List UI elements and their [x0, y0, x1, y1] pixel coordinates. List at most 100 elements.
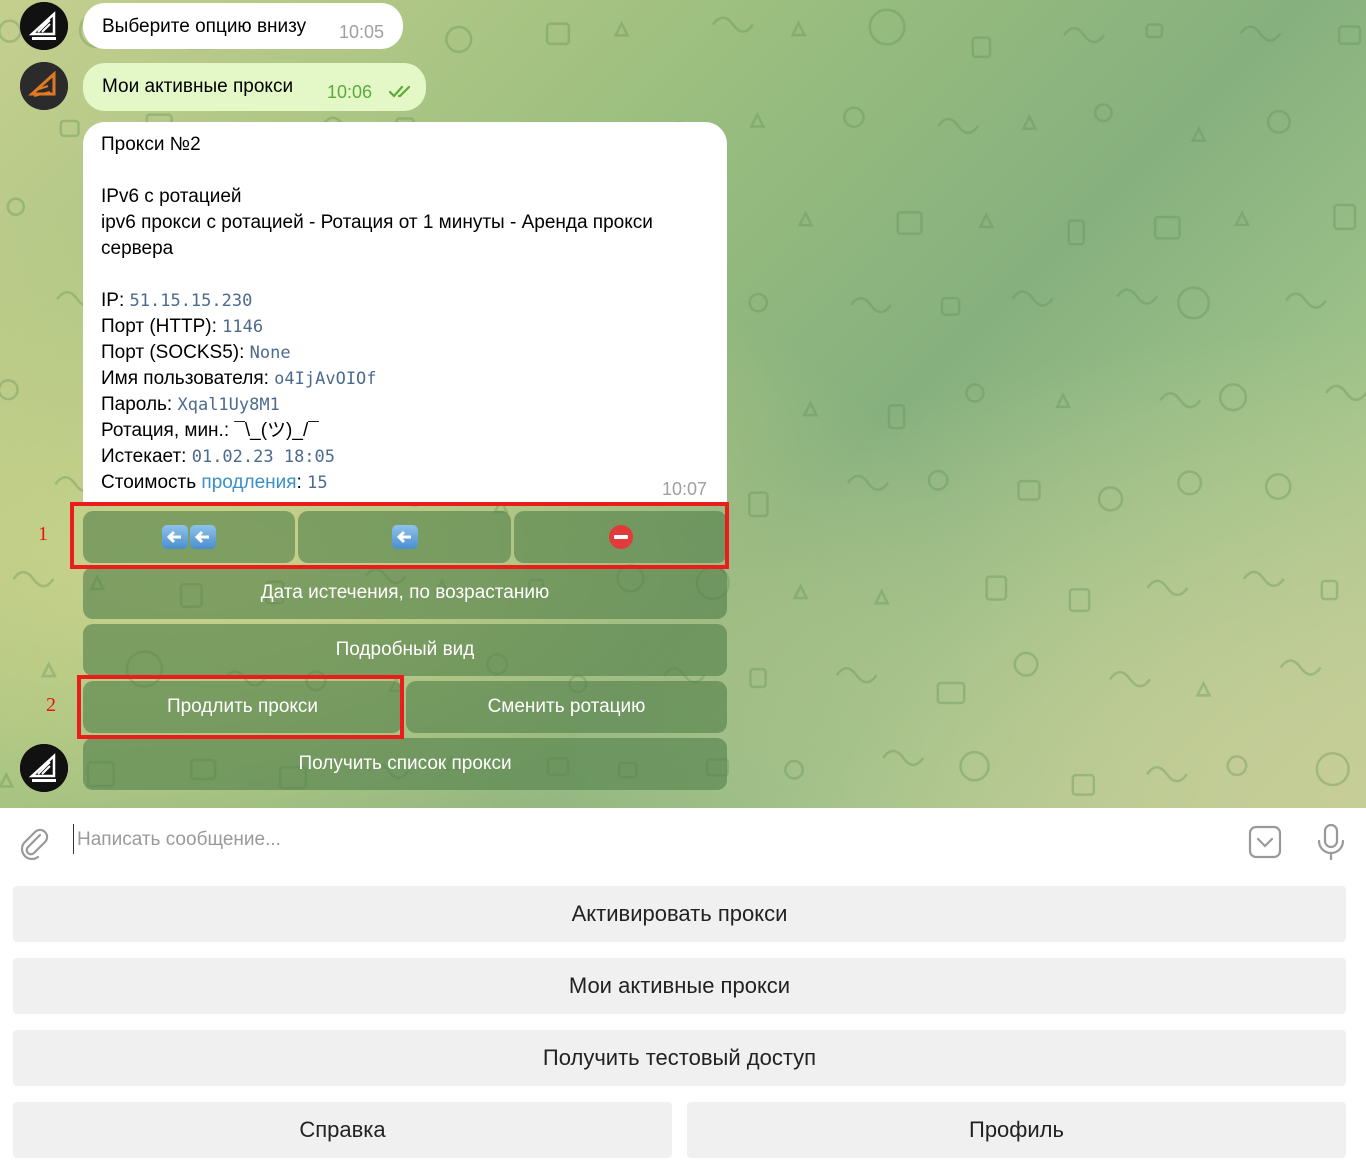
annotation-box-2	[77, 675, 404, 739]
user-logo-icon	[20, 62, 68, 110]
microphone-icon[interactable]	[1316, 823, 1346, 861]
expires-value[interactable]: 01.02.23 18:05	[192, 447, 335, 467]
bot-logo-icon	[20, 2, 68, 50]
socks-port-value[interactable]: None	[250, 343, 291, 363]
rotation-value: ¯\_(ツ)_/¯	[234, 420, 319, 441]
doodle-shape	[849, 296, 892, 314]
extend-link[interactable]: продления	[201, 472, 296, 493]
password-row: Пароль: Xqal1Uy8M1	[101, 392, 280, 418]
doodle-shape	[927, 469, 949, 491]
message-composer: Написать сообщение...	[0, 808, 1366, 876]
expires-row: Истекает: 01.02.23 18:05	[101, 444, 335, 470]
message-time: 10:07	[662, 479, 708, 499]
help-button[interactable]: Справка	[13, 1102, 672, 1158]
http-port-value[interactable]: 1146	[222, 317, 263, 337]
ip-row: IP: 51.15.15.230	[101, 288, 252, 314]
doodle-shape	[445, 25, 473, 54]
doodle-shape	[887, 404, 906, 430]
doodle-shape	[1218, 383, 1248, 412]
doodle-shape	[790, 20, 807, 37]
doodle-shape	[613, 20, 630, 37]
username-value[interactable]: o4IjAvOIOf	[274, 369, 376, 389]
proxy-description-cont: сервера	[101, 238, 174, 259]
doodle-shape	[1093, 103, 1113, 123]
outgoing-message-bubble: Мои активные прокси 10:06	[83, 63, 426, 111]
sort-by-expiry-button[interactable]: Дата истечения, по возрастанию	[83, 567, 727, 619]
doodle-shape	[6, 197, 26, 216]
message-text: Мои активные прокси	[102, 76, 294, 97]
paperclip-icon[interactable]	[18, 826, 50, 860]
doodle-shape	[0, 379, 19, 401]
bot-avatar[interactable]	[20, 744, 68, 792]
doodle-shape	[896, 211, 923, 236]
doodle-shape	[1159, 392, 1202, 409]
username-label: Имя пользователя:	[101, 368, 275, 389]
doodle-shape	[1315, 751, 1350, 787]
doodle-shape	[1279, 659, 1322, 676]
activate-proxy-button[interactable]: Активировать прокси	[13, 886, 1346, 942]
doodle-shape	[12, 570, 55, 588]
doodle-shape	[545, 22, 571, 46]
doodle-shape	[1177, 470, 1203, 496]
user-avatar[interactable]	[20, 62, 68, 110]
doodle-shape	[784, 759, 805, 780]
bot-avatar[interactable]	[20, 2, 68, 50]
proxy-info-card: Прокси №2 IPv6 с ротацией ipv6 прокси с …	[83, 122, 727, 506]
message-text: Выберите опцию внизу	[102, 16, 307, 37]
message-bubble: Выберите опцию внизу 10:05	[83, 3, 403, 49]
doodle-shape	[1264, 473, 1292, 500]
doodle-shape	[971, 36, 992, 59]
doodle-shape	[797, 210, 814, 227]
doodle-shape	[1337, 25, 1362, 46]
detailed-view-button[interactable]: Подробный вид	[83, 624, 727, 676]
doodle-shape	[882, 749, 925, 767]
chat-area: Выберите опцию внизу 10:05 Мои активные …	[0, 0, 1366, 808]
message-time: 10:06	[327, 82, 373, 102]
doodle-shape	[843, 106, 865, 129]
doodle-shape	[1116, 288, 1159, 305]
get-test-access-button[interactable]: Получить тестовый доступ	[13, 1030, 1346, 1086]
ip-value[interactable]: 51.15.15.230	[130, 291, 253, 311]
cost-value[interactable]: 15	[307, 473, 327, 493]
doodle-shape	[0, 771, 15, 788]
my-active-proxies-button[interactable]: Мои активные прокси	[13, 958, 1346, 1014]
doodle-shape	[868, 8, 906, 46]
rotation-row: Ротация, мин.: ¯\_(ツ)_/¯	[101, 418, 319, 444]
get-proxy-list-button[interactable]: Получить список прокси	[83, 738, 727, 790]
socks-port-row: Порт (SOCKS5): None	[101, 340, 291, 366]
doodle-shape	[792, 583, 809, 600]
doodle-shape	[1067, 219, 1086, 246]
message-input[interactable]: Написать сообщение...	[77, 829, 281, 851]
username-row: Имя пользователя: o4IjAvOIOf	[101, 366, 377, 392]
doodle-shape	[835, 667, 878, 684]
doodle-shape	[1266, 109, 1291, 134]
bot-keyboard-toggle-icon[interactable]	[1248, 825, 1282, 859]
doodle-shape	[1242, 570, 1285, 588]
change-rotation-button[interactable]: Сменить ротацию	[406, 681, 727, 733]
expires-label: Истекает:	[101, 446, 192, 467]
double-check-icon	[389, 85, 411, 98]
doodle-shape	[748, 292, 769, 313]
doodle-shape	[1021, 113, 1038, 130]
doodle-shape	[1226, 755, 1248, 777]
doodle-shape	[940, 296, 961, 317]
doodle-shape	[1333, 203, 1357, 231]
annotation-marker-2: 2	[46, 694, 56, 716]
doodle-shape	[1239, 25, 1282, 42]
doodle-shape	[1153, 215, 1181, 240]
rotation-label: Ротация, мин.:	[101, 420, 235, 441]
doodle-shape	[1109, 670, 1152, 688]
doodle-shape	[711, 16, 754, 33]
doodle-shape	[1234, 210, 1251, 227]
doodle-shape	[985, 575, 1008, 601]
doodle-shape	[1195, 680, 1212, 697]
doodle-shape	[936, 681, 966, 705]
doodle-shape	[978, 212, 995, 229]
doodle-shape	[873, 588, 890, 605]
profile-button[interactable]: Профиль	[687, 1102, 1346, 1158]
password-value[interactable]: Xqal1Uy8M1	[177, 395, 279, 415]
doodle-shape	[0, 19, 22, 43]
doodle-shape	[1190, 125, 1207, 142]
proxy-title: Прокси №2	[101, 134, 201, 155]
doodle-shape	[749, 667, 767, 689]
